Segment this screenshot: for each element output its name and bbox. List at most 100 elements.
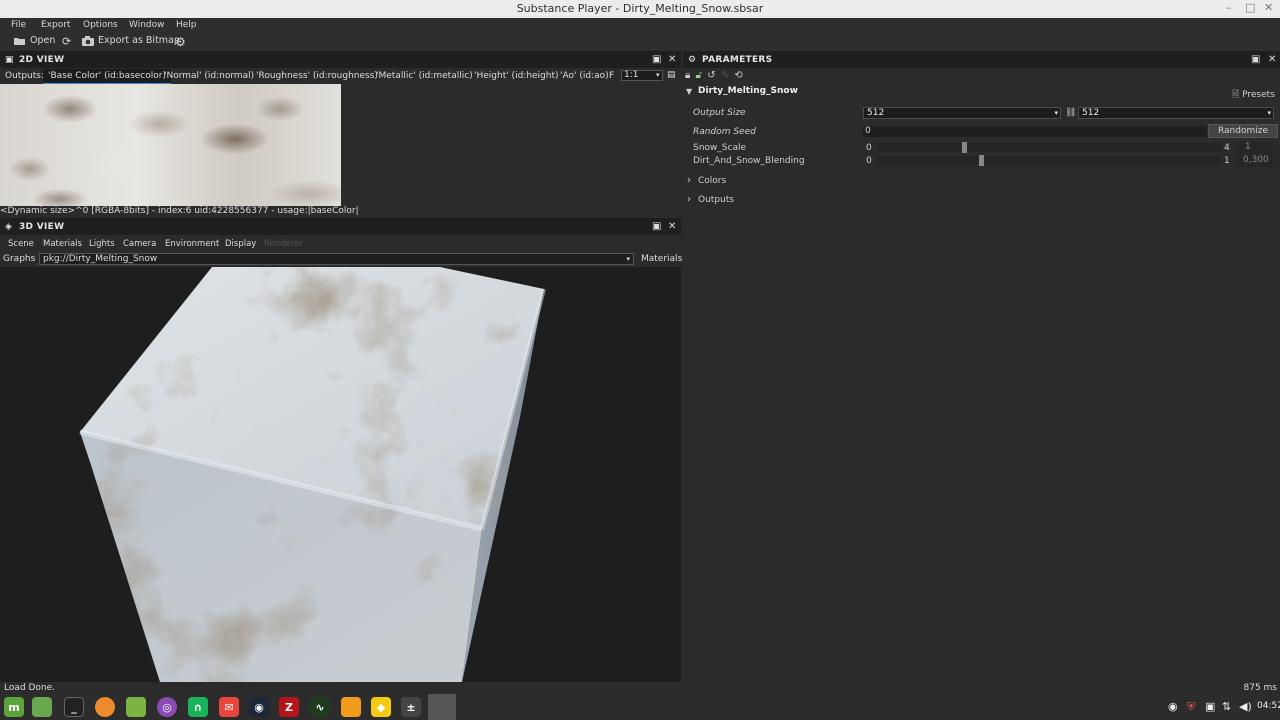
link-icon[interactable]: ⛓︎: [1065, 108, 1076, 118]
browser-icon[interactable]: [95, 697, 115, 717]
tab-display[interactable]: Display: [225, 239, 256, 249]
output-tab-roughness[interactable]: 'Roughness' (id:roughness): [256, 71, 378, 81]
materials-button[interactable]: Materials: [641, 254, 682, 264]
minimize-icon[interactable]: –: [1226, 0, 1232, 16]
output-tab-ao[interactable]: 'Ao' (id:ao): [560, 71, 609, 81]
headset-icon[interactable]: ∩: [188, 697, 208, 717]
blending-input[interactable]: 0,300: [1237, 155, 1273, 167]
close-icon[interactable]: ✕: [1264, 0, 1273, 16]
network-icon[interactable]: ⇅: [1222, 700, 1231, 713]
float-icon[interactable]: ▣: [652, 54, 662, 65]
view-3d-title: 3D VIEW: [19, 222, 65, 232]
menu-options[interactable]: Options: [83, 20, 118, 30]
volume-icon[interactable]: ◀): [1239, 700, 1252, 713]
snow-cube-render: [79, 267, 546, 682]
shield-icon[interactable]: ⛨: [1187, 700, 1195, 714]
taskbar: m _ ◎ ∩ ✉ ◉ Z ∿ ◆ ± ◉ ⛨ ▣ ⇅ ◀) 04:52: [0, 693, 1280, 720]
snow-scale-slider[interactable]: [877, 142, 1221, 153]
folder-icon[interactable]: [126, 697, 146, 717]
tab-environment[interactable]: Environment: [165, 239, 219, 249]
output-tab-metallic[interactable]: 'Metallic' (id:metallic): [376, 71, 473, 81]
blending-min: 0: [866, 156, 872, 166]
chevron-right-icon[interactable]: ›: [687, 194, 691, 205]
tab-lights[interactable]: Lights: [89, 239, 115, 249]
filezilla-icon[interactable]: Z: [279, 697, 299, 717]
graphs-label: Graphs :: [3, 254, 42, 264]
steam-icon[interactable]: ◉: [249, 697, 269, 717]
menu-file[interactable]: File: [11, 20, 26, 30]
output-size-width-select[interactable]: 512 ▾: [863, 107, 1061, 119]
presets-label: Presets: [1242, 90, 1275, 100]
output-size-height-select[interactable]: 512 ▾: [1078, 107, 1274, 119]
steam-tray-icon[interactable]: ◉: [1168, 700, 1178, 713]
status-bar: Load Done. 875 ms: [0, 682, 1280, 693]
tab-materials[interactable]: Materials: [43, 239, 82, 249]
reset-icon[interactable]: ↺: [707, 70, 715, 81]
player-icon[interactable]: ◆: [371, 697, 391, 717]
tab-renderer[interactable]: Renderer: [264, 239, 303, 249]
snow-scale-max: 4: [1224, 143, 1230, 153]
status-message: Load Done.: [4, 683, 55, 693]
close-panel-icon[interactable]: ✕: [668, 221, 677, 232]
output-tab-more[interactable]: F: [609, 71, 614, 81]
settings-button[interactable]: ⚙: [175, 35, 186, 49]
group-colors[interactable]: Colors: [698, 176, 726, 186]
view-options-icon[interactable]: ▤: [667, 70, 676, 80]
app-icon[interactable]: ✉: [219, 697, 239, 717]
float-icon[interactable]: ▣: [1251, 54, 1261, 65]
store-icon[interactable]: [341, 697, 361, 717]
files-icon[interactable]: [32, 697, 52, 717]
parameters-panel: ⚙ PARAMETERS ▣ ✕ 🔒︎ 🔓︎ ↺ ✎ ⟲ ▼ Dirty_Mel…: [683, 51, 1280, 682]
terminal-icon[interactable]: _: [64, 697, 84, 717]
folder-open-icon: [14, 37, 25, 45]
calculator-icon[interactable]: ±: [401, 697, 421, 717]
refresh-button[interactable]: ⟳: [62, 35, 71, 48]
chevron-down-icon: ▾: [626, 255, 630, 263]
random-seed-field[interactable]: 0: [863, 126, 1207, 137]
graph-name: Dirty_Melting_Snow: [698, 86, 798, 96]
view-3d-tabs: Scene Materials Lights Camera Environmen…: [0, 235, 681, 251]
view-3d-header: ◈ 3D VIEW ▣ ✕: [0, 218, 681, 235]
output-tab-basecolor[interactable]: 'Base Color' (id:basecolor): [43, 69, 171, 85]
outputs-bar: Outputs: 'Base Color' (id:basecolor) 'No…: [0, 68, 681, 85]
blending-handle[interactable]: [979, 155, 984, 166]
history-icon[interactable]: ⟲: [734, 70, 742, 81]
snow-scale-handle[interactable]: [962, 142, 967, 153]
open-button[interactable]: Open: [14, 35, 55, 46]
tab-camera[interactable]: Camera: [123, 239, 156, 249]
view-2d-header: ▣ 2D VIEW ▣ ✕: [0, 51, 681, 68]
status-timing: 875 ms: [1243, 683, 1278, 693]
lock-icon[interactable]: 🔒︎: [685, 70, 690, 81]
export-bitmap-button[interactable]: Export as Bitmap: [82, 35, 180, 46]
menu-window[interactable]: Window: [129, 20, 165, 30]
close-panel-icon[interactable]: ✕: [1268, 54, 1277, 65]
blending-slider[interactable]: [877, 155, 1221, 166]
group-outputs[interactable]: Outputs: [698, 195, 734, 205]
close-panel-icon[interactable]: ✕: [668, 54, 677, 65]
camera-icon: [82, 35, 94, 46]
clipboard-icon[interactable]: ▣: [1205, 700, 1215, 713]
presets-button[interactable]: 🗎︎ Presets: [1232, 87, 1275, 103]
randomize-button[interactable]: Randomize: [1208, 124, 1278, 138]
snow-scale-input[interactable]: 1: [1237, 142, 1273, 154]
collapse-chevron-icon[interactable]: ▼: [686, 87, 692, 96]
pin-icon[interactable]: ✎: [721, 70, 729, 81]
tor-icon[interactable]: ◎: [157, 697, 177, 717]
unlock-icon[interactable]: 🔓︎: [696, 70, 702, 81]
maximize-icon[interactable]: □: [1245, 0, 1255, 16]
tab-scene[interactable]: Scene: [8, 239, 34, 249]
monitor-icon[interactable]: ∿: [310, 697, 330, 717]
3d-viewport[interactable]: [0, 267, 681, 682]
output-tab-normal[interactable]: 'Normal' (id:normal): [164, 71, 254, 81]
menu-help[interactable]: Help: [176, 20, 197, 30]
graphs-bar: Graphs : pkg://Dirty_Melting_Snow ▾ Mate…: [0, 251, 682, 267]
substance-player-task[interactable]: [428, 694, 456, 720]
mint-menu-icon[interactable]: m: [4, 697, 24, 717]
blending-max: 1: [1224, 156, 1230, 166]
graph-select[interactable]: pkg://Dirty_Melting_Snow ▾: [39, 253, 634, 265]
clock[interactable]: 04:52: [1257, 701, 1280, 711]
menu-export[interactable]: Export: [41, 20, 70, 30]
chevron-right-icon[interactable]: ›: [687, 175, 691, 186]
float-icon[interactable]: ▣: [652, 221, 662, 232]
output-tab-height[interactable]: 'Height' (id:height): [474, 71, 559, 81]
